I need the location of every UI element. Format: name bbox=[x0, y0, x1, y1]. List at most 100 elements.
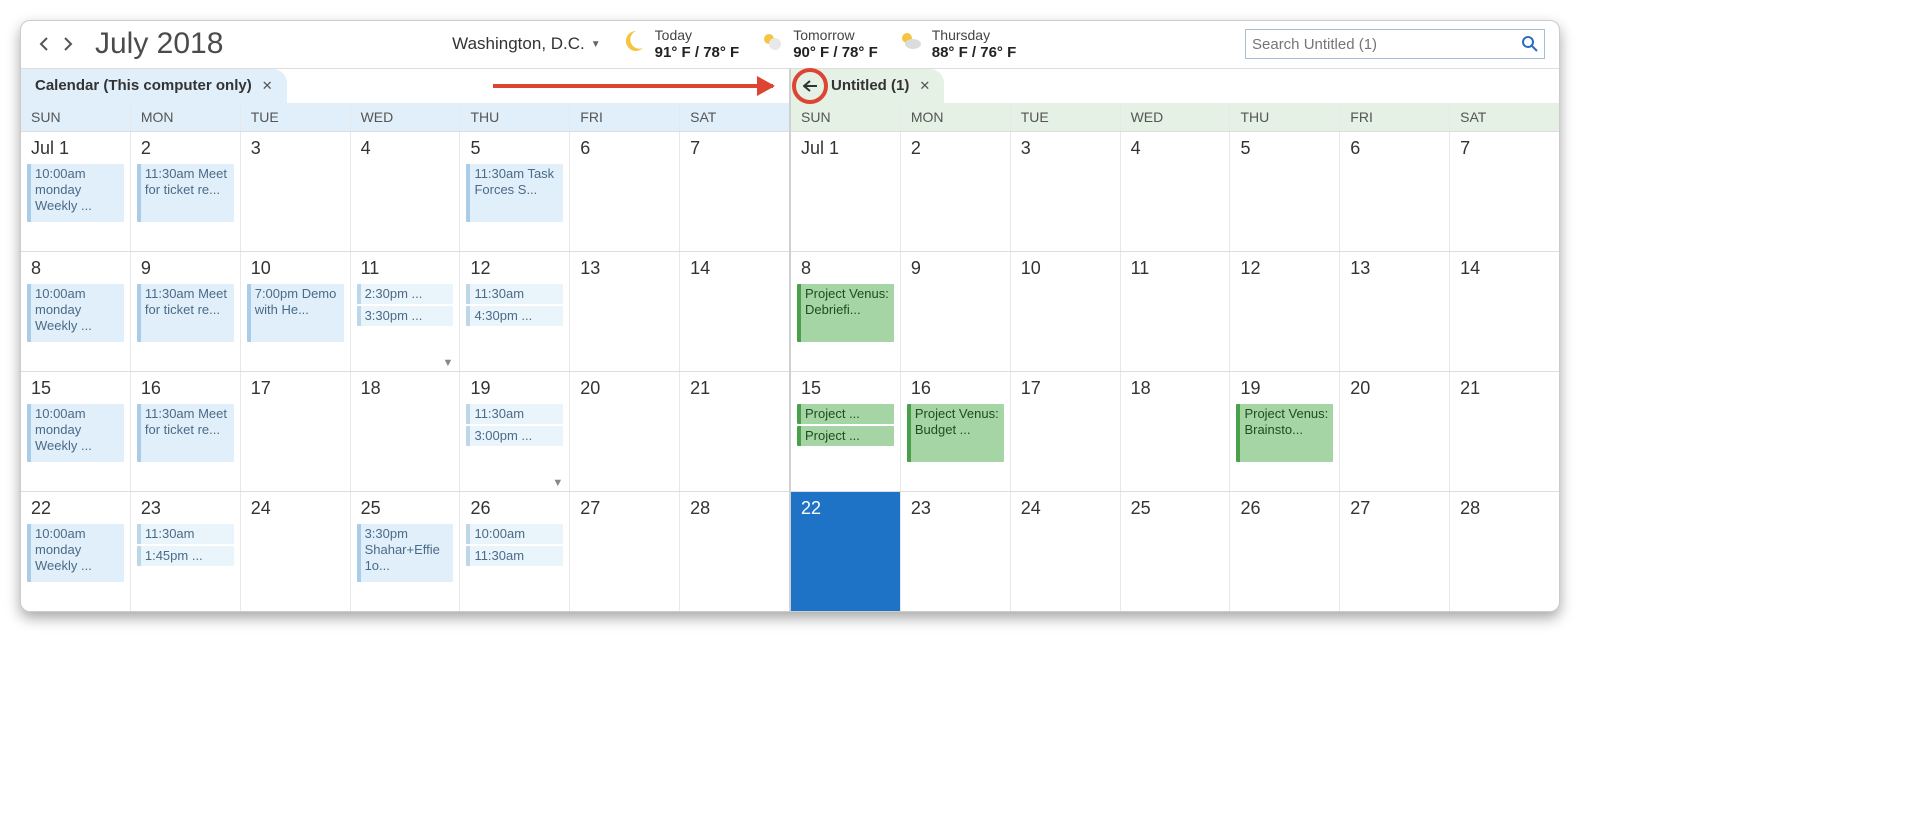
day-cell[interactable]: 911:30am Meet for ticket re... bbox=[131, 252, 241, 371]
day-cell[interactable]: 19Project Venus: Brainsto... bbox=[1230, 372, 1340, 491]
day-cell[interactable]: 2 bbox=[901, 132, 1011, 251]
calendar-tab-local[interactable]: Calendar (This computer only) ✕ bbox=[21, 69, 287, 103]
location-picker[interactable]: Washington, D.C. ▼ bbox=[452, 34, 601, 54]
close-icon[interactable]: ✕ bbox=[262, 78, 273, 94]
day-cell[interactable]: 10 bbox=[1011, 252, 1121, 371]
calendar-event[interactable]: Project Venus: Brainsto... bbox=[1236, 404, 1333, 462]
day-cell[interactable]: 14 bbox=[1450, 252, 1559, 371]
day-cell[interactable]: 112:30pm ...3:30pm ...▼ bbox=[351, 252, 461, 371]
day-number: 26 bbox=[1234, 496, 1335, 523]
calendar-event[interactable]: 4:30pm ... bbox=[466, 306, 563, 326]
day-header: MON bbox=[901, 103, 1011, 131]
calendar-event[interactable]: 11:30am Meet for ticket re... bbox=[137, 284, 234, 342]
day-cell[interactable]: 27 bbox=[570, 492, 680, 611]
day-cell[interactable]: Jul 110:00am monday Weekly ... bbox=[21, 132, 131, 251]
day-cell[interactable]: Jul 1 bbox=[791, 132, 901, 251]
day-number: 27 bbox=[574, 496, 675, 523]
calendar-event[interactable]: 11:30am Task Forces S... bbox=[466, 164, 563, 222]
day-cell[interactable]: 511:30am Task Forces S... bbox=[460, 132, 570, 251]
day-cell[interactable]: 20 bbox=[1340, 372, 1450, 491]
day-cell[interactable]: 24 bbox=[241, 492, 351, 611]
day-cell[interactable]: 5 bbox=[1230, 132, 1340, 251]
day-cell[interactable]: 211:30am Meet for ticket re... bbox=[131, 132, 241, 251]
calendar-event[interactable]: 11:30am Meet for ticket re... bbox=[137, 404, 234, 462]
day-cell[interactable]: 1211:30am4:30pm ... bbox=[460, 252, 570, 371]
day-cell[interactable]: 18 bbox=[1121, 372, 1231, 491]
calendar-event[interactable]: 3:30pm ... bbox=[357, 306, 454, 326]
day-cell[interactable]: 2610:00am11:30am bbox=[460, 492, 570, 611]
calendar-event[interactable]: 10:00am monday Weekly ... bbox=[27, 404, 124, 462]
day-cell[interactable]: 7 bbox=[1450, 132, 1559, 251]
calendar-event[interactable]: 2:30pm ... bbox=[357, 284, 454, 304]
day-cell[interactable]: 2210:00am monday Weekly ... bbox=[21, 492, 131, 611]
day-cell[interactable]: 23 bbox=[901, 492, 1011, 611]
calendar-event[interactable]: 11:30am Meet for ticket re... bbox=[137, 164, 234, 222]
day-cell[interactable]: 28 bbox=[1450, 492, 1559, 611]
day-cell[interactable]: 20 bbox=[570, 372, 680, 491]
weather-label: Tomorrow bbox=[793, 27, 878, 44]
calendar-event[interactable]: Project Venus: Debriefi... bbox=[797, 284, 894, 342]
day-cell[interactable]: 3 bbox=[241, 132, 351, 251]
day-cell[interactable]: 27 bbox=[1340, 492, 1450, 611]
calendar-event[interactable]: 11:30am bbox=[137, 524, 234, 544]
day-cell[interactable]: 21 bbox=[680, 372, 789, 491]
calendar-event[interactable]: 10:00am bbox=[466, 524, 563, 544]
calendar-tab-untitled[interactable]: Untitled (1) ✕ bbox=[791, 69, 944, 103]
day-cell[interactable]: 24 bbox=[1011, 492, 1121, 611]
search-input[interactable] bbox=[1252, 36, 1522, 53]
calendar-event[interactable]: 11:30am bbox=[466, 546, 563, 566]
calendar-event[interactable]: Project Venus: Budget ... bbox=[907, 404, 1004, 462]
day-cell[interactable]: 6 bbox=[570, 132, 680, 251]
day-cell[interactable]: 4 bbox=[1121, 132, 1231, 251]
calendar-event[interactable]: 7:00pm Demo with He... bbox=[247, 284, 344, 342]
calendar-event[interactable]: 11:30am bbox=[466, 404, 563, 424]
day-cell[interactable]: 253:30pm Shahar+Effie 1o... bbox=[351, 492, 461, 611]
calendar-event[interactable]: 3:00pm ... bbox=[466, 426, 563, 446]
calendar-event[interactable]: 10:00am monday Weekly ... bbox=[27, 524, 124, 582]
day-cell[interactable]: 25 bbox=[1121, 492, 1231, 611]
day-cell[interactable]: 13 bbox=[570, 252, 680, 371]
day-cell[interactable]: 1611:30am Meet for ticket re... bbox=[131, 372, 241, 491]
close-icon[interactable]: ✕ bbox=[919, 78, 930, 94]
merge-back-arrow-icon[interactable] bbox=[799, 75, 821, 97]
day-cell[interactable]: 810:00am monday Weekly ... bbox=[21, 252, 131, 371]
overflow-caret-icon[interactable]: ▼ bbox=[443, 357, 454, 369]
calendar-event[interactable]: 10:00am monday Weekly ... bbox=[27, 164, 124, 222]
next-month-button[interactable] bbox=[59, 35, 77, 53]
day-cell[interactable]: 107:00pm Demo with He... bbox=[241, 252, 351, 371]
calendar-event[interactable]: 11:30am bbox=[466, 284, 563, 304]
day-cell[interactable]: 8Project Venus: Debriefi... bbox=[791, 252, 901, 371]
day-cell[interactable]: 1911:30am3:00pm ...▼ bbox=[460, 372, 570, 491]
calendar-event[interactable]: 3:30pm Shahar+Effie 1o... bbox=[357, 524, 454, 582]
day-cell[interactable]: 13 bbox=[1340, 252, 1450, 371]
day-cell[interactable]: 15Project ...Project ... bbox=[791, 372, 901, 491]
day-cell[interactable]: 4 bbox=[351, 132, 461, 251]
day-cell[interactable]: 14 bbox=[680, 252, 789, 371]
day-cell[interactable]: 28 bbox=[680, 492, 789, 611]
day-cell[interactable]: 21 bbox=[1450, 372, 1559, 491]
day-cell[interactable]: 16Project Venus: Budget ... bbox=[901, 372, 1011, 491]
day-cell[interactable]: 1510:00am monday Weekly ... bbox=[21, 372, 131, 491]
day-cell[interactable]: 6 bbox=[1340, 132, 1450, 251]
prev-month-button[interactable] bbox=[35, 35, 53, 53]
day-cell[interactable]: 18 bbox=[351, 372, 461, 491]
day-cell[interactable]: 17 bbox=[1011, 372, 1121, 491]
day-cell[interactable]: 22 bbox=[791, 492, 901, 611]
day-cell[interactable]: 3 bbox=[1011, 132, 1121, 251]
day-number: 13 bbox=[1344, 256, 1445, 283]
calendar-event[interactable]: Project ... bbox=[797, 426, 894, 446]
day-cell[interactable]: 9 bbox=[901, 252, 1011, 371]
day-cell[interactable]: 11 bbox=[1121, 252, 1231, 371]
day-cell[interactable]: 12 bbox=[1230, 252, 1340, 371]
day-number: 15 bbox=[795, 376, 896, 403]
search-box[interactable] bbox=[1245, 29, 1545, 59]
overflow-caret-icon[interactable]: ▼ bbox=[552, 477, 563, 489]
day-cell[interactable]: 17 bbox=[241, 372, 351, 491]
search-icon[interactable] bbox=[1522, 36, 1538, 52]
calendar-event[interactable]: 1:45pm ... bbox=[137, 546, 234, 566]
calendar-event[interactable]: 10:00am monday Weekly ... bbox=[27, 284, 124, 342]
day-cell[interactable]: 26 bbox=[1230, 492, 1340, 611]
day-cell[interactable]: 7 bbox=[680, 132, 789, 251]
day-cell[interactable]: 2311:30am1:45pm ... bbox=[131, 492, 241, 611]
calendar-event[interactable]: Project ... bbox=[797, 404, 894, 424]
